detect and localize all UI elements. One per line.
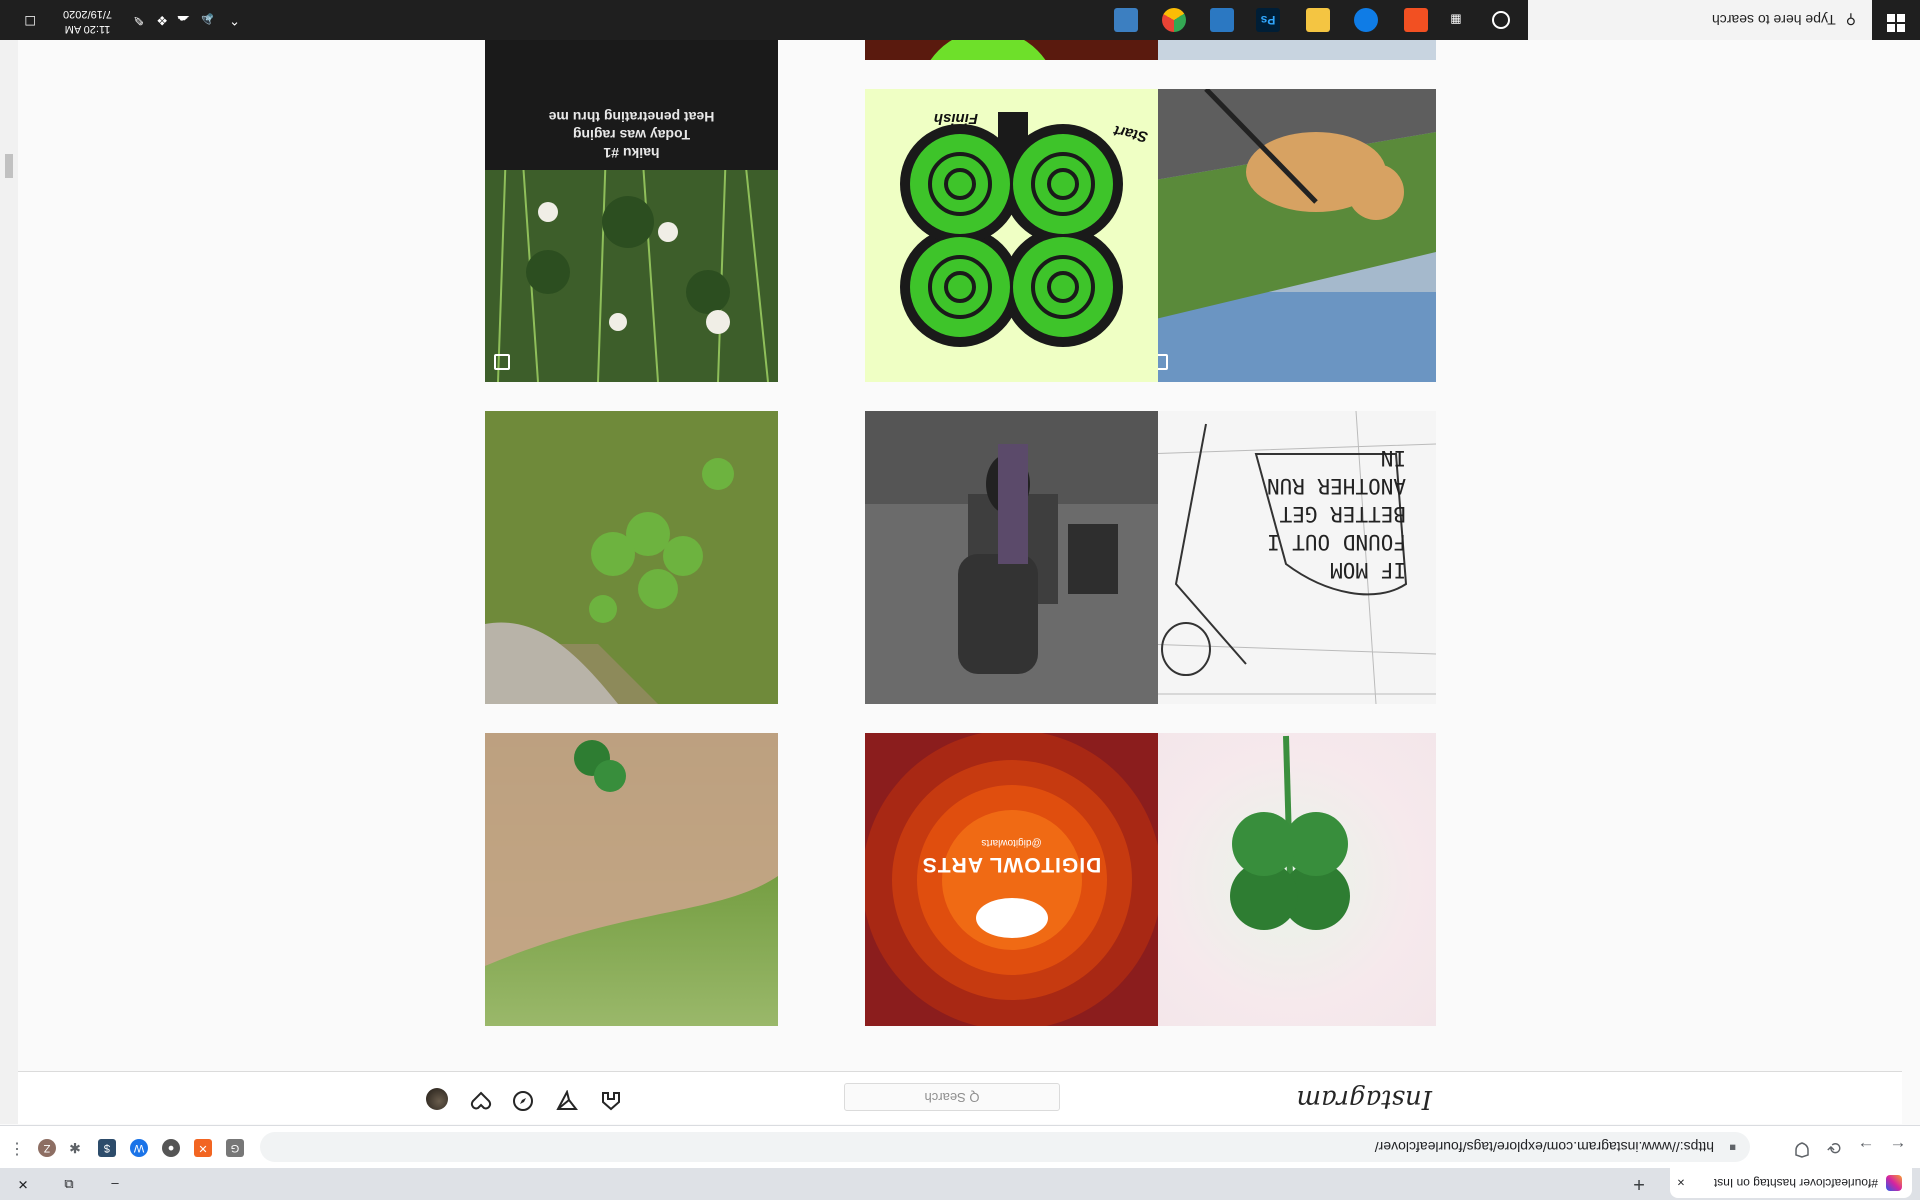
explore-compass-icon[interactable] xyxy=(510,1086,536,1112)
profile-avatar[interactable]: Z xyxy=(38,1139,56,1157)
screen: #fourleafclover hashtag on Inst × + – ⧉ … xyxy=(0,0,1920,1200)
tab-close-button[interactable]: × xyxy=(1670,1176,1692,1191)
edge-icon[interactable] xyxy=(1354,8,1378,32)
volume-icon[interactable]: 🔈 xyxy=(198,12,214,28)
post-tile[interactable] xyxy=(1143,40,1436,60)
post-subcaption: @digitowlarts xyxy=(981,837,1042,848)
pen-icon[interactable]: ✎ xyxy=(133,12,144,28)
forward-button[interactable]: → xyxy=(1852,1134,1880,1160)
instagram-favicon-icon xyxy=(1886,1175,1902,1191)
dropbox-icon[interactable]: ❖ xyxy=(156,12,168,28)
extension-orange-icon[interactable]: ✕ xyxy=(194,1139,212,1157)
haiku-caption: haiku #1 Today was raging Heat penetrati… xyxy=(548,109,715,161)
search-icon: ⚲ xyxy=(1845,12,1856,28)
vertical-scrollbar[interactable] xyxy=(0,40,18,1124)
multi-photo-icon xyxy=(494,354,510,370)
profile-avatar-icon[interactable] xyxy=(426,1088,448,1110)
extension-blue-icon[interactable]: W xyxy=(130,1139,148,1157)
post-tile[interactable] xyxy=(865,40,1158,60)
address-bar[interactable]: ■ https://www.instagram.com/explore/tags… xyxy=(260,1132,1750,1162)
browser-menu-button[interactable]: ⋮ xyxy=(8,1139,26,1157)
close-window-button[interactable]: ✕ xyxy=(0,1168,46,1200)
clock-time: 11:20 AM xyxy=(64,23,111,35)
comic-caption: IF MOM FOUND OUT I BETTER GET ANOTHER RU… xyxy=(1266,446,1406,582)
taskbar-search-placeholder: Type here to search xyxy=(1711,12,1836,28)
extension-g-icon[interactable]: G xyxy=(226,1139,244,1157)
reload-button[interactable]: ⟳ xyxy=(1820,1134,1848,1160)
search-input[interactable]: Q Search xyxy=(844,1083,1060,1111)
post-tile[interactable] xyxy=(865,411,1158,704)
post-tile[interactable]: IF MOM FOUND OUT I BETTER GET ANOTHER RU… xyxy=(1143,411,1436,704)
back-button[interactable]: ← xyxy=(1884,1134,1912,1160)
post-caption: DIGITOWL ARTS xyxy=(921,853,1102,876)
extension-dollar-icon[interactable]: $ xyxy=(98,1139,116,1157)
settings-gear-icon[interactable] xyxy=(1114,8,1138,32)
browser-toolbar: ← → ⟳ ■ https://www.instagram.com/explor… xyxy=(0,1125,1920,1168)
onedrive-icon[interactable]: ☁ xyxy=(177,12,190,28)
microsoft-store-icon[interactable] xyxy=(1404,8,1428,32)
post-tile[interactable]: Start Finish xyxy=(865,89,1158,382)
windows-start-icon[interactable] xyxy=(1872,0,1920,40)
posts-grid: DIGITOWL ARTS @digitowlarts IF MOM FOUND… xyxy=(0,40,1920,1070)
chevron-up-icon[interactable]: ⌃ xyxy=(229,12,240,28)
instagram-logo[interactable]: Instagram xyxy=(1296,1084,1432,1114)
tab-strip: #fourleafclover hashtag on Inst × + – ⧉ … xyxy=(0,1168,1920,1200)
browser-tab[interactable]: #fourleafclover hashtag on Inst × xyxy=(1670,1168,1912,1198)
photoshop-icon[interactable]: Ps xyxy=(1256,8,1280,32)
lock-icon: ■ xyxy=(1729,1141,1736,1153)
post-tile[interactable] xyxy=(1143,733,1436,1026)
new-tab-button[interactable]: + xyxy=(1626,1170,1652,1196)
tab-title: #fourleafclover hashtag on Inst xyxy=(1713,1176,1878,1190)
chrome-icon[interactable] xyxy=(1162,8,1186,32)
minimize-button[interactable]: – xyxy=(92,1168,138,1200)
post-tile[interactable] xyxy=(485,411,778,704)
home-icon[interactable] xyxy=(598,1086,624,1112)
system-clock[interactable]: 11:20 AM 7/19/2020 xyxy=(63,6,112,36)
clock-date: 7/19/2020 xyxy=(63,8,112,20)
extension-dark-icon[interactable]: ● xyxy=(162,1139,180,1157)
notification-icon[interactable]: ☐ xyxy=(24,12,36,28)
task-view-icon[interactable]: ▦ xyxy=(1444,8,1468,32)
taskbar-search-input[interactable]: ⚲ Type here to search xyxy=(1528,0,1872,40)
instagram-header: Instagram Q Search xyxy=(0,1071,1902,1124)
scrollbar-thumb[interactable] xyxy=(5,154,13,178)
post-tile[interactable] xyxy=(485,733,778,1026)
shield-icon[interactable] xyxy=(1788,1134,1816,1160)
haiku-post-tile[interactable]: haiku #1 Today was raging Heat penetrati… xyxy=(485,40,778,170)
url-text: https://www.instagram.com/explore/tags/f… xyxy=(1374,1139,1714,1155)
activity-heart-icon[interactable] xyxy=(468,1086,494,1112)
cortana-icon[interactable] xyxy=(1492,11,1510,29)
mail-icon[interactable] xyxy=(1210,8,1234,32)
maze-finish-label: Finish xyxy=(933,110,978,127)
post-tile[interactable]: DIGITOWL ARTS @digitowlarts xyxy=(865,733,1158,1026)
extensions-puzzle-icon[interactable]: ✱ xyxy=(66,1139,84,1157)
post-tile[interactable] xyxy=(1143,89,1436,382)
file-explorer-icon[interactable] xyxy=(1306,8,1330,32)
taskbar: ⚲ Type here to search ▦ Ps ⌃ 🔈 ☁ ❖ ✎ 11:2… xyxy=(0,0,1920,40)
restore-button[interactable]: ⧉ xyxy=(46,1168,92,1200)
direct-message-icon[interactable] xyxy=(554,1086,580,1112)
